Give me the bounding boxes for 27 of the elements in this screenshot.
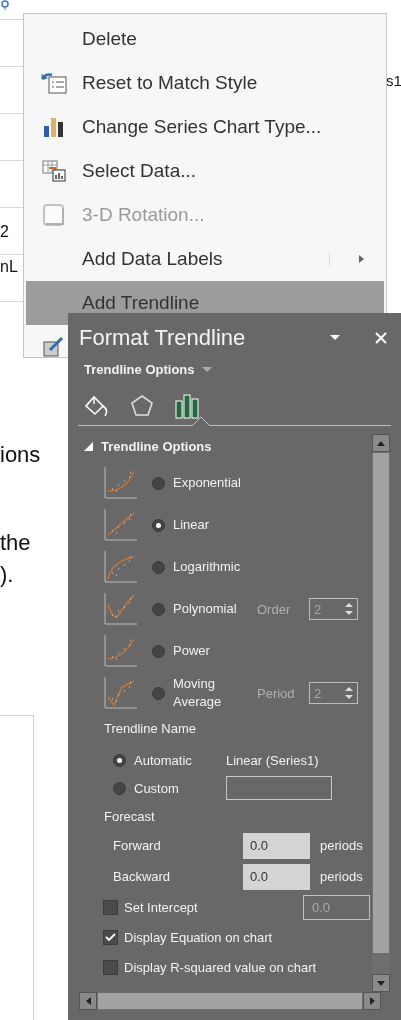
option-label: Linear: [173, 516, 211, 534]
unit-label: periods: [320, 869, 363, 884]
body-text: the: [0, 530, 31, 556]
checkbox-label: Display R-squared value on chart: [124, 959, 318, 975]
option-label: Polynomial: [173, 600, 238, 618]
option-label: Power: [173, 642, 211, 660]
checkbox-label: Set Intercept: [124, 899, 199, 915]
option-label: Order: [257, 601, 292, 617]
axis-label: 2: [0, 223, 9, 241]
unit-label: periods: [320, 838, 363, 853]
body-text: ).: [0, 562, 14, 588]
option-label: Custom: [134, 780, 180, 796]
group-heading: Forecast: [103, 807, 156, 826]
checkbox-label: Display Equation on chart: [124, 929, 274, 945]
option-label: Exponential: [173, 474, 242, 492]
pane-title: Format Trendline: [79, 325, 247, 351]
trendline-name-text: Linear (Series1): [226, 752, 319, 768]
option-label: Forward: [113, 838, 162, 853]
legend-text: s1: [386, 72, 401, 89]
axis-title: nL: [0, 258, 18, 276]
option-label: Automatic: [134, 752, 193, 768]
body-text: ions: [0, 442, 41, 468]
option-label: Moving Average: [173, 675, 223, 711]
option-label: Backward: [113, 869, 172, 884]
option-label: Logarithmic: [173, 558, 242, 576]
group-heading: Trendline Name: [103, 719, 197, 738]
option-label: Period: [257, 685, 296, 701]
